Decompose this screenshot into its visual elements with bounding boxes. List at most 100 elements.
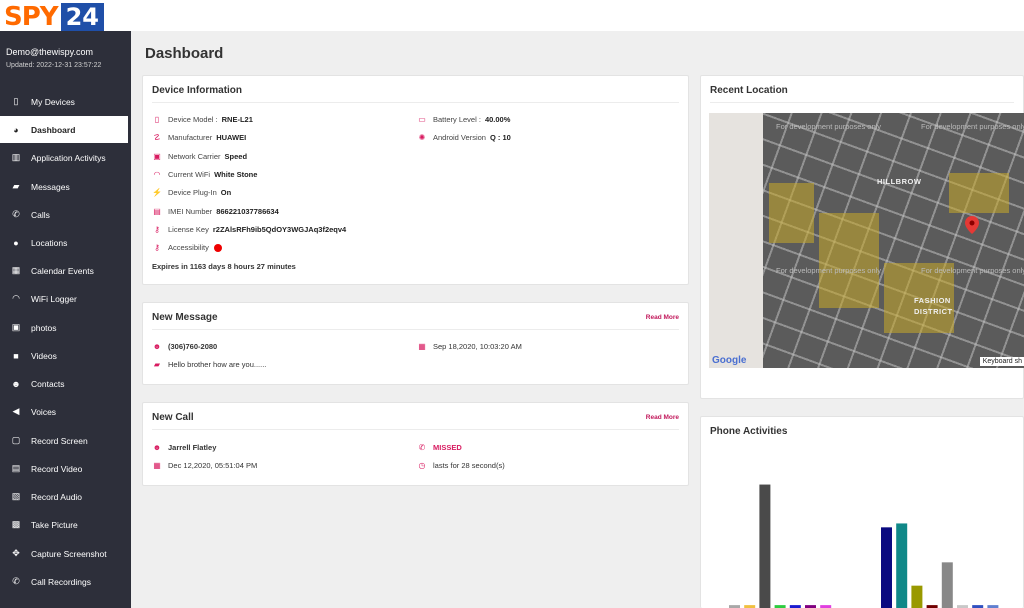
wifi-icon: ◠: [12, 293, 20, 303]
sidebar-item-label: Calendar Events: [31, 265, 94, 276]
sidebar-item-label: Take Picture: [31, 519, 78, 530]
keyboard-shortcuts-link[interactable]: Keyboard sh: [979, 357, 1024, 366]
license-expiry: Expires in 1163 days 8 hours 27 minutes: [152, 262, 296, 271]
calendar-icon: ▦: [11, 265, 21, 275]
sidebar-item-contacts[interactable]: ☻ Contacts: [0, 370, 131, 397]
chart-bar: [911, 585, 923, 608]
wifi-icon: ◠: [153, 170, 161, 179]
device-field: ☡ Manufacturer HUAWEI: [152, 133, 246, 142]
call-duration: ◷ lasts for 28 second(s): [417, 461, 505, 470]
sidebar-item-calendar-events[interactable]: ▦ Calendar Events: [0, 257, 131, 284]
field-value: HUAWEI: [216, 133, 247, 142]
field-label: Network Carrier: [168, 152, 221, 161]
chat-icon: ▰: [153, 360, 161, 369]
mobile-icon: ▯: [154, 115, 160, 124]
sidebar-item-label: Dashboard: [31, 124, 76, 135]
message-sender: ☻ (306)760-2080: [152, 342, 217, 351]
sidebar-item-record-video[interactable]: ▤ Record Video: [0, 455, 131, 482]
field-value: RNE-L21: [221, 115, 253, 124]
chart-bar: [881, 527, 892, 608]
logo-spy-text: SPY: [4, 2, 59, 32]
map-district-label: HILLBROW: [877, 177, 922, 186]
sidebar-item-call-recordings[interactable]: ✆ Call Recordings: [0, 568, 131, 595]
message-text: Hello brother how are you......: [168, 360, 267, 369]
map-dev-label: For development purposes only: [921, 122, 1024, 131]
field-label: Accessibility: [168, 243, 209, 252]
account-email: Demo@thewispy.com: [6, 47, 93, 57]
call-status: ✆ MISSED: [417, 443, 462, 452]
user-icon: ☻: [152, 443, 162, 452]
user-icon: ☻: [152, 342, 162, 351]
field-value: On: [220, 188, 232, 197]
key-icon: ⚷: [154, 225, 160, 234]
status-dot: [213, 243, 222, 252]
sidebar-item-label: Videos: [31, 350, 57, 361]
sidebar-item-label: Record Screen: [31, 435, 88, 446]
sidebar-item-messages[interactable]: ▰ Messages: [0, 173, 131, 200]
calendar-icon: ▦: [153, 461, 161, 470]
field-value: Q : 10: [489, 133, 511, 142]
sidebar-item-dashboard[interactable]: ◕ Dashboard: [0, 116, 128, 143]
sidebar-item-label: Call Recordings: [31, 576, 91, 587]
sidebar-item-my-devices[interactable]: ▯ My Devices: [0, 88, 131, 115]
sidebar-item-photos[interactable]: ▣ photos: [0, 314, 131, 341]
sidebar-item-label: Voices: [31, 406, 57, 417]
field-value: r2ZAlsRFh9ib5QdOY3WGJAq3f2eqv4: [212, 225, 347, 234]
users-icon: ☻: [11, 378, 21, 389]
map-dev-label: For development purposes only: [776, 266, 882, 275]
map-pin-icon[interactable]: [965, 216, 979, 234]
sidebar-item-locations[interactable]: ● Locations: [0, 229, 131, 256]
message-date-text: Sep 18,2020, 10:03:20 AM: [433, 342, 522, 351]
device-field: ▯ Device Model : RNE-L21: [152, 115, 253, 124]
field-label: Device Plug-In: [168, 188, 217, 197]
device-information-card: Device Information ▯ Device Model : RNE-L2…: [142, 75, 689, 285]
field-label: Device Model :: [168, 115, 218, 124]
manufacturer-icon: ☡: [153, 133, 161, 142]
sidebar-item-label: Capture Screenshot: [31, 548, 107, 559]
sidebar-item-capture-screenshot[interactable]: ✥ Capture Screenshot: [0, 540, 131, 567]
location-map[interactable]: For development purposes only For develo…: [709, 113, 1024, 368]
clock-icon: ◷: [418, 461, 426, 470]
device-field: ◠ Current WiFi White Stone: [152, 170, 258, 179]
sidebar-item-take-picture[interactable]: ▩ Take Picture: [0, 511, 131, 538]
sidebar-item-label: Locations: [31, 237, 68, 248]
sidebar-item-label: Record Video: [31, 463, 83, 474]
field-label: Manufacturer: [168, 133, 213, 142]
field-value: Speed: [224, 152, 248, 161]
sidebar-item-wifi-logger[interactable]: ◠ WiFi Logger: [0, 285, 131, 312]
new-message-card: New Message Read More ☻ (306)760-2080 ▦ …: [142, 302, 689, 385]
card-title: New Call: [152, 412, 194, 423]
device-field: ✺ Android Version Q : 10: [417, 133, 511, 142]
device-field: ⚡ Device Plug-In On: [152, 188, 231, 197]
sidebar-item-label: WiFi Logger: [31, 293, 77, 304]
spy24-logo[interactable]: SPY 24: [4, 2, 105, 32]
sidebar-item-calls[interactable]: ✆ Calls: [0, 201, 131, 228]
device-field: ▤ IMEI Number 866221037786634: [152, 207, 279, 216]
read-more-link[interactable]: Read More: [646, 414, 679, 421]
phone-activities-card: Phone Activities: [700, 416, 1024, 608]
map-district-label: DISTRICT: [914, 307, 953, 316]
new-call-card: New Call Read More ☻ Jarrell Flatley ✆ M…: [142, 402, 689, 486]
sidebar-item-videos[interactable]: ■ Videos: [0, 342, 131, 369]
map-dev-label: For development purposes only: [921, 266, 1024, 275]
chart-bar: [896, 523, 908, 608]
device-field: ⚷ Accessibility: [152, 243, 222, 252]
image-icon: ▣: [11, 322, 21, 332]
sidebar-item-record-screen[interactable]: ▢ Record Screen: [0, 427, 131, 454]
sidebar-item-record-audio[interactable]: ▧ Record Audio: [0, 483, 131, 510]
phone-missed-icon: ✆: [418, 443, 426, 452]
field-value: White Stone: [214, 170, 258, 179]
sidebar-item-application-activitys[interactable]: ▥ Application Activitys: [0, 144, 131, 171]
google-logo: Google: [712, 355, 747, 366]
sidebar-item-voices[interactable]: ◀ Voices: [0, 398, 131, 425]
dashboard-icon: ◕: [13, 124, 19, 135]
message-body: ▰ Hello brother how are you......: [152, 360, 266, 369]
sender-number: (306)760-2080: [168, 342, 218, 351]
audio-icon: ▧: [11, 491, 21, 501]
card-title: Device Information: [152, 85, 243, 96]
last-updated: Updated: 2022-12-31 23:57:22: [6, 62, 102, 69]
volume-icon: ◀: [12, 406, 20, 416]
caller-name: Jarrell Flatley: [168, 443, 217, 452]
read-more-link[interactable]: Read More: [646, 314, 679, 321]
imei-icon: ▤: [153, 207, 161, 216]
